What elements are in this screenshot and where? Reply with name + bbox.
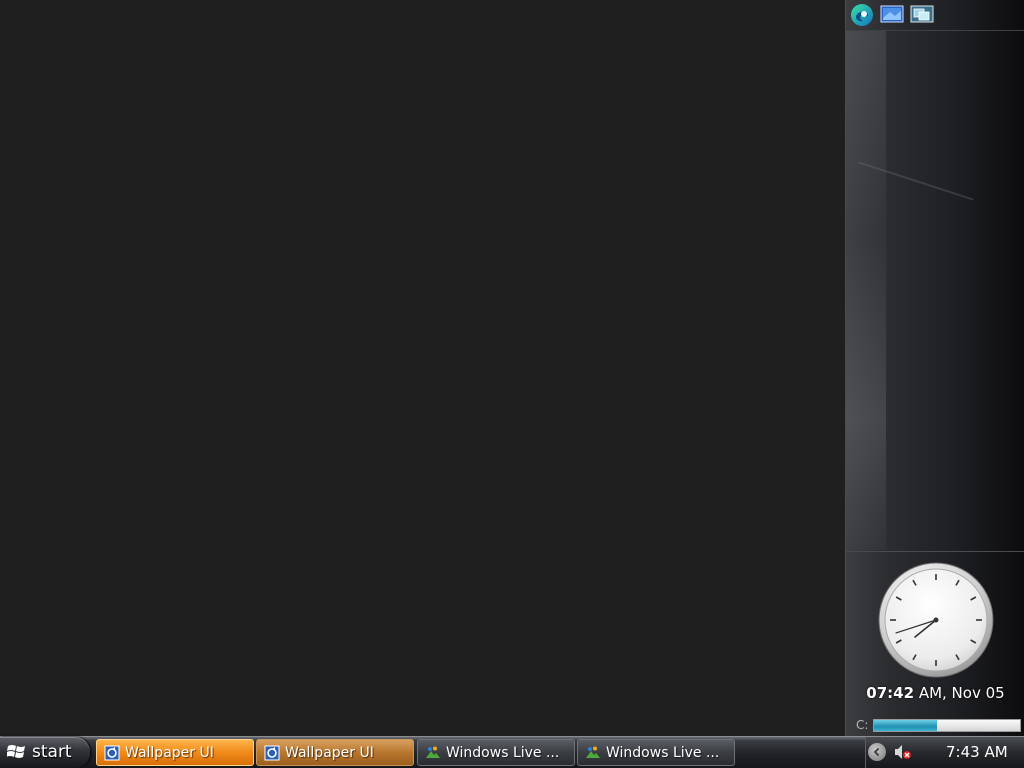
start-label: start (32, 742, 72, 762)
desktop-background[interactable] (0, 0, 845, 736)
taskbar-button-windows-live-1[interactable]: Windows Live ... (417, 739, 575, 766)
drive-usage-fill (874, 720, 937, 731)
switch-windows-icon[interactable] (910, 3, 934, 25)
taskbar: start Wallpaper UI Wallpaper UI Windows … (0, 736, 1024, 768)
clock-gadget[interactable] (876, 560, 996, 680)
taskbar-button-label: Wallpaper UI (285, 745, 374, 761)
drive-label: C: (856, 718, 869, 732)
drive-meter-gadget[interactable]: C: (846, 716, 1024, 736)
start-button[interactable]: start (0, 737, 90, 768)
windows-live-icon (425, 745, 441, 761)
system-tray: 7:43 AM (865, 737, 1024, 768)
show-hidden-icons-chevron-icon[interactable] (868, 743, 886, 761)
windows-logo-icon (6, 743, 27, 761)
analog-clock-face (878, 562, 994, 678)
wallpaper-app-icon (264, 745, 280, 761)
taskbar-button-wallpaper-ui-1[interactable]: Wallpaper UI (96, 739, 254, 766)
volume-muted-icon[interactable] (894, 744, 912, 760)
clock-time-label: 07:42 AM, Nov 05 (846, 684, 1024, 702)
taskbar-button-windows-live-2[interactable]: Windows Live ... (577, 739, 735, 766)
taskbar-button-label: Wallpaper UI (125, 745, 214, 761)
show-desktop-icon[interactable] (880, 3, 904, 25)
taskbar-button-label: Windows Live ... (606, 745, 720, 761)
windows-sidebar: 07:42 AM, Nov 05 C: (845, 0, 1024, 736)
drive-usage-bar (873, 719, 1021, 732)
tray-clock[interactable]: 7:43 AM (946, 743, 1008, 761)
sidebar-toolbar (846, 0, 1024, 31)
clock-time-rest: AM, Nov 05 (914, 684, 1005, 702)
taskbar-button-label: Windows Live ... (446, 745, 560, 761)
clock-time-bold: 07:42 (866, 684, 915, 702)
windows-live-icon (585, 745, 601, 761)
taskbar-button-wallpaper-ui-2[interactable]: Wallpaper UI (256, 739, 414, 766)
wallpaper-app-icon (104, 745, 120, 761)
edge-browser-icon[interactable] (850, 3, 874, 26)
